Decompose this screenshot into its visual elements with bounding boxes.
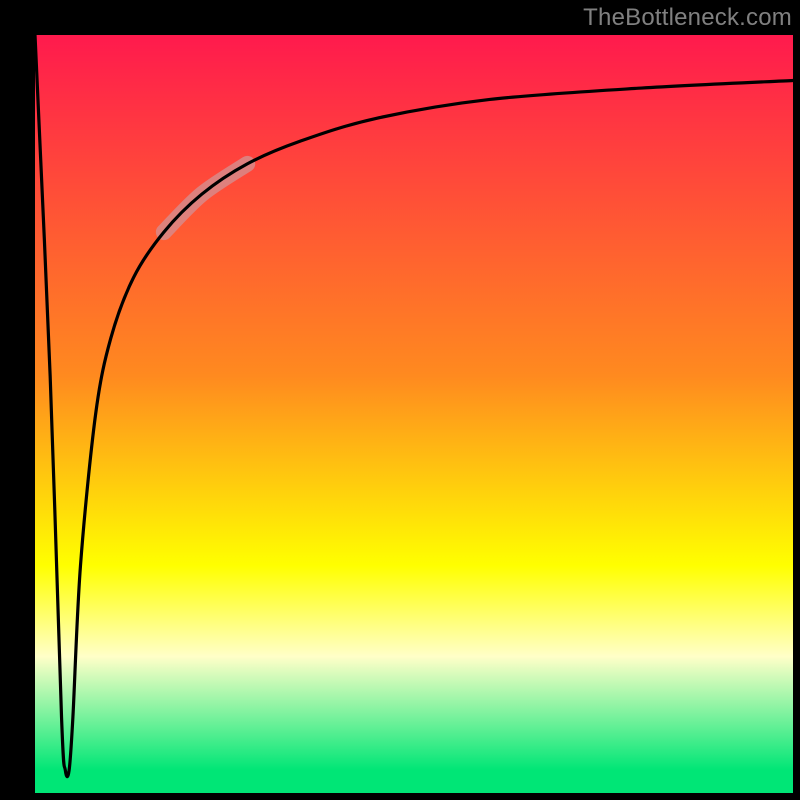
- chart-container: TheBottleneck.com: [0, 0, 800, 800]
- bottleneck-plot: [0, 0, 800, 800]
- attribution-label: TheBottleneck.com: [583, 4, 792, 32]
